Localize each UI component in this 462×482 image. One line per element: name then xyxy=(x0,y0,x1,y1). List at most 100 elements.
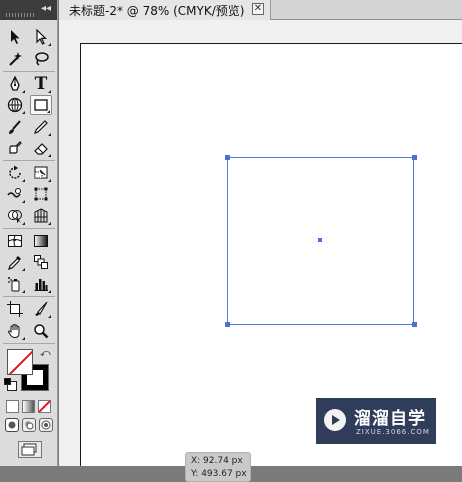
eraser-tool[interactable] xyxy=(30,138,52,158)
divider xyxy=(3,71,55,72)
eyedropper-icon xyxy=(8,256,21,270)
shape-builder-tool[interactable] xyxy=(4,206,26,226)
eyedropper-tool[interactable] xyxy=(4,252,26,272)
free-transform-tool[interactable] xyxy=(30,184,52,204)
tool-row xyxy=(4,184,54,204)
handle-top-left[interactable] xyxy=(225,155,230,160)
collapse-panel-icon[interactable]: ◂◂ xyxy=(41,4,51,14)
none-mode-button[interactable] xyxy=(38,400,51,413)
pencil-icon xyxy=(34,120,48,134)
handle-bottom-right[interactable] xyxy=(412,322,417,327)
artboard-tool[interactable] xyxy=(4,299,26,319)
perspective-grid-icon xyxy=(34,208,48,223)
tool-row xyxy=(4,299,54,319)
play-logo-icon xyxy=(324,409,346,431)
handle-top-right[interactable] xyxy=(412,155,417,160)
none-slash-icon xyxy=(39,401,50,412)
free-transform-icon xyxy=(34,187,48,201)
divider xyxy=(3,296,55,297)
screen-mode-button[interactable] xyxy=(18,441,42,458)
tools-panel: ◂◂ T ⤺ xyxy=(0,0,58,466)
tool-row xyxy=(4,252,54,272)
pencil-tool[interactable] xyxy=(30,117,52,137)
magic-wand-icon xyxy=(9,52,22,66)
tool-row xyxy=(4,321,54,341)
blob-brush-icon xyxy=(9,141,22,154)
selection-tool[interactable] xyxy=(4,27,26,47)
pen-tool[interactable] xyxy=(4,74,26,94)
lasso-tool[interactable] xyxy=(30,49,52,69)
scale-tool[interactable] xyxy=(30,163,52,183)
rotate-tool[interactable] xyxy=(4,163,26,183)
hand-tool[interactable] xyxy=(4,321,26,341)
rectangle-tool[interactable] xyxy=(30,95,52,115)
paintbrush-tool[interactable] xyxy=(4,117,26,137)
draw-inside-icon xyxy=(41,420,51,430)
panel-grip[interactable] xyxy=(6,13,35,17)
blob-brush-tool[interactable] xyxy=(4,138,26,158)
warp-icon xyxy=(7,188,21,198)
document-tab-bar: 未标题-2* @ 78% (CMYK/预览) ✕ xyxy=(59,0,462,20)
arrow-icon xyxy=(11,30,20,44)
fill-color-swatch[interactable] xyxy=(7,349,33,375)
scale-icon xyxy=(34,166,48,179)
tool-row xyxy=(4,27,54,47)
perspective-grid-tool[interactable] xyxy=(30,206,52,226)
eraser-icon xyxy=(34,143,48,155)
gradient-icon xyxy=(34,235,48,247)
type-tool[interactable]: T xyxy=(30,74,52,94)
gradient-tool[interactable] xyxy=(30,231,52,251)
mesh-tool[interactable] xyxy=(4,231,26,251)
draw-behind-icon xyxy=(25,421,34,430)
hollow-arrow-icon xyxy=(36,29,47,45)
draw-behind-button[interactable] xyxy=(22,418,36,432)
type-icon: T xyxy=(34,74,48,94)
tools-panel-header[interactable]: ◂◂ xyxy=(0,0,57,20)
brush-icon xyxy=(9,120,21,134)
close-icon[interactable]: ✕ xyxy=(252,3,264,15)
default-fill-stroke-icon[interactable] xyxy=(4,378,17,391)
handle-bottom-left[interactable] xyxy=(225,322,230,327)
draw-inside-button[interactable] xyxy=(39,418,53,432)
swap-fill-stroke-icon[interactable]: ⤺ xyxy=(40,348,51,359)
divider xyxy=(3,228,55,229)
pen-icon xyxy=(10,76,20,91)
slice-tool[interactable] xyxy=(30,299,52,319)
slice-icon xyxy=(35,301,48,316)
rotate-icon xyxy=(9,165,21,179)
column-graph-tool[interactable] xyxy=(30,274,52,294)
symbol-sprayer-tool[interactable] xyxy=(4,274,26,294)
center-point xyxy=(318,238,322,242)
color-mode-button[interactable] xyxy=(6,400,19,413)
tool-row: T xyxy=(4,74,54,94)
tool-row xyxy=(4,231,54,251)
grid-circle-icon xyxy=(7,97,23,113)
column-graph-icon xyxy=(34,279,48,291)
rectangle-icon xyxy=(34,99,48,111)
divider xyxy=(3,160,55,161)
coordinate-y: Y: 493.67 px xyxy=(191,469,247,479)
gradient-mode-button[interactable] xyxy=(22,400,35,413)
draw-normal-icon xyxy=(8,421,16,429)
tool-row xyxy=(4,95,54,115)
shape-builder-icon xyxy=(8,210,22,223)
draw-normal-button[interactable] xyxy=(5,418,19,432)
mesh-icon xyxy=(8,235,22,247)
watermark-subtitle: ZIXUE.3066.COM xyxy=(356,428,430,436)
symbol-sprayer-icon xyxy=(8,277,20,292)
tool-row xyxy=(4,49,54,69)
zoom-tool[interactable] xyxy=(30,321,52,341)
line-segment-tool[interactable] xyxy=(4,95,26,115)
tool-row xyxy=(4,274,54,294)
magic-wand-tool[interactable] xyxy=(4,49,26,69)
tool-row xyxy=(4,206,54,226)
document-tab[interactable]: 未标题-2* @ 78% (CMYK/预览) ✕ xyxy=(59,0,271,20)
warp-tool[interactable] xyxy=(4,184,26,204)
tool-row xyxy=(4,163,54,183)
direct-selection-tool[interactable] xyxy=(30,27,52,47)
zoom-icon xyxy=(34,324,49,339)
tool-row xyxy=(4,117,54,137)
blend-tool[interactable] xyxy=(30,252,52,272)
coordinate-readout: X: 92.74 px Y: 493.67 px xyxy=(185,452,251,482)
divider xyxy=(3,343,55,344)
